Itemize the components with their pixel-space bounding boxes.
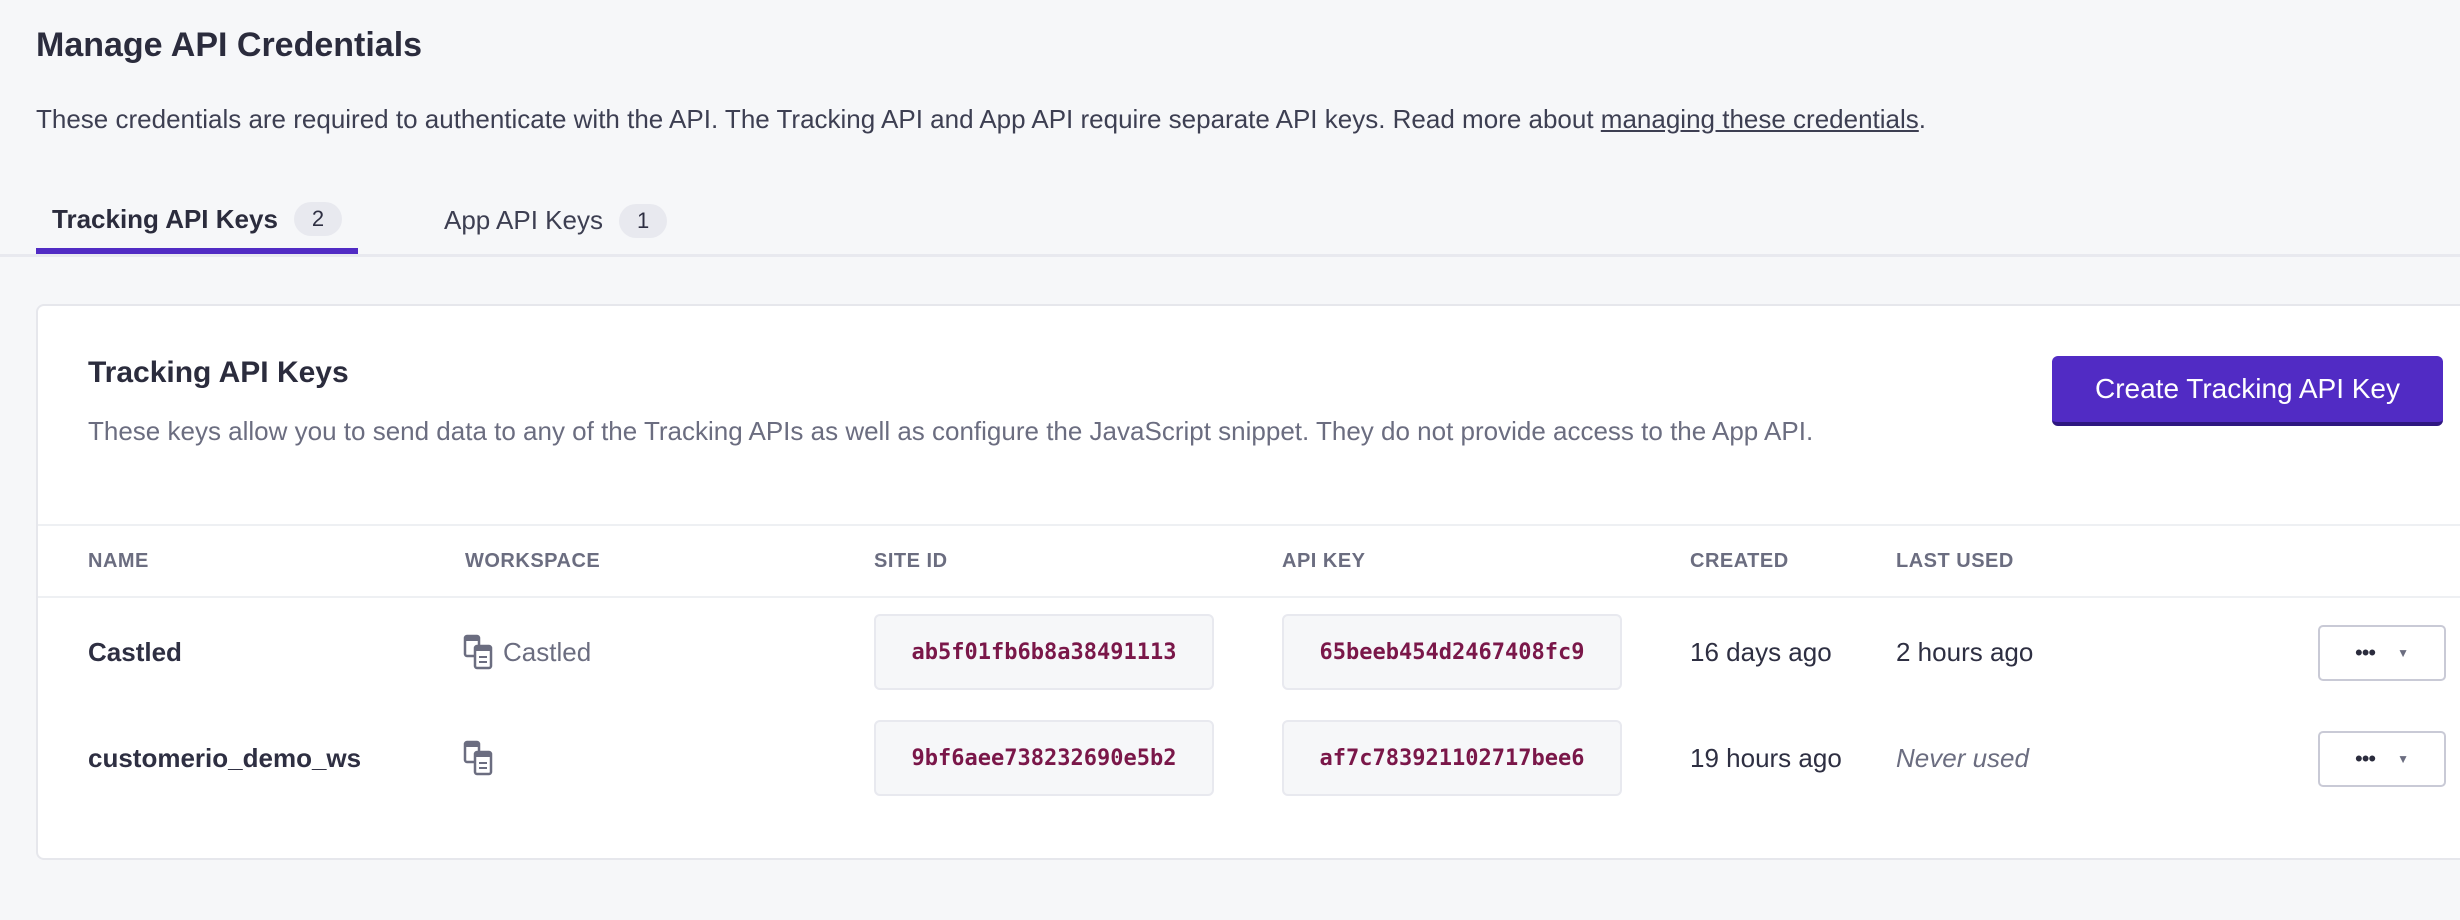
last-used-value: Never used [1896,742,2029,773]
page-description: These credentials are required to authen… [36,104,1926,135]
tab-label: Tracking API Keys [52,203,278,234]
row-actions-dropdown[interactable]: ••• ▼ [2318,625,2446,681]
caret-down-icon: ▼ [2397,646,2409,660]
count-badge: 2 [293,202,343,236]
workspace-icon [463,740,493,776]
tracking-keys-card: Tracking API Keys These keys allow you t… [36,304,2460,860]
key-name: Castled [88,636,182,667]
last-used-value: 2 hours ago [1896,636,2034,667]
description-suffix: . [1918,104,1927,134]
key-name: customerio_demo_ws [88,742,362,773]
divider [38,524,2460,526]
header-divider [38,596,2460,598]
header-created: CREATED [1690,550,1789,572]
workspace-cell [463,738,503,778]
site-id-value[interactable]: 9bf6aee738232690e5b2 [874,720,1214,796]
tab-app-api-keys[interactable]: App API Keys 1 [444,190,668,251]
more-icon: ••• [2355,746,2376,771]
more-icon: ••• [2355,640,2376,665]
workspace-icon [463,634,493,670]
header-site-id: SITE ID [874,550,948,572]
tab-label: App API Keys [444,205,603,235]
row-actions-dropdown[interactable]: ••• ▼ [2318,731,2446,787]
header-api-key: API KEY [1282,550,1366,572]
create-tracking-api-key-button[interactable]: Create Tracking API Key [2052,356,2443,426]
tab-tracking-api-keys[interactable]: Tracking API Keys 2 [36,190,359,254]
workspace-name: Castled [503,636,592,667]
card-title: Tracking API Keys [88,356,349,389]
description-text: These credentials are required to authen… [36,104,1601,134]
header-workspace: WORKSPACE [465,550,601,572]
tab-bar: Tracking API Keys 2 App API Keys 1 [0,190,2460,257]
site-id-value[interactable]: ab5f01fb6b8a38491113 [874,614,1214,690]
caret-down-icon: ▼ [2397,752,2409,766]
workspace-cell: Castled [463,632,591,672]
managing-credentials-link[interactable]: managing these credentials [1601,104,1919,134]
created-value: 16 days ago [1690,636,1832,667]
card-description: These keys allow you to send data to any… [88,416,1814,446]
header-name: NAME [88,550,149,572]
page-title: Manage API Credentials [36,26,423,64]
header-last-used: LAST USED [1896,550,2014,572]
created-value: 19 hours ago [1690,742,1842,773]
api-key-value[interactable]: 65beeb454d2467408fc9 [1282,614,1622,690]
count-badge: 1 [618,203,668,238]
api-key-value[interactable]: af7c783921102717bee6 [1282,720,1622,796]
